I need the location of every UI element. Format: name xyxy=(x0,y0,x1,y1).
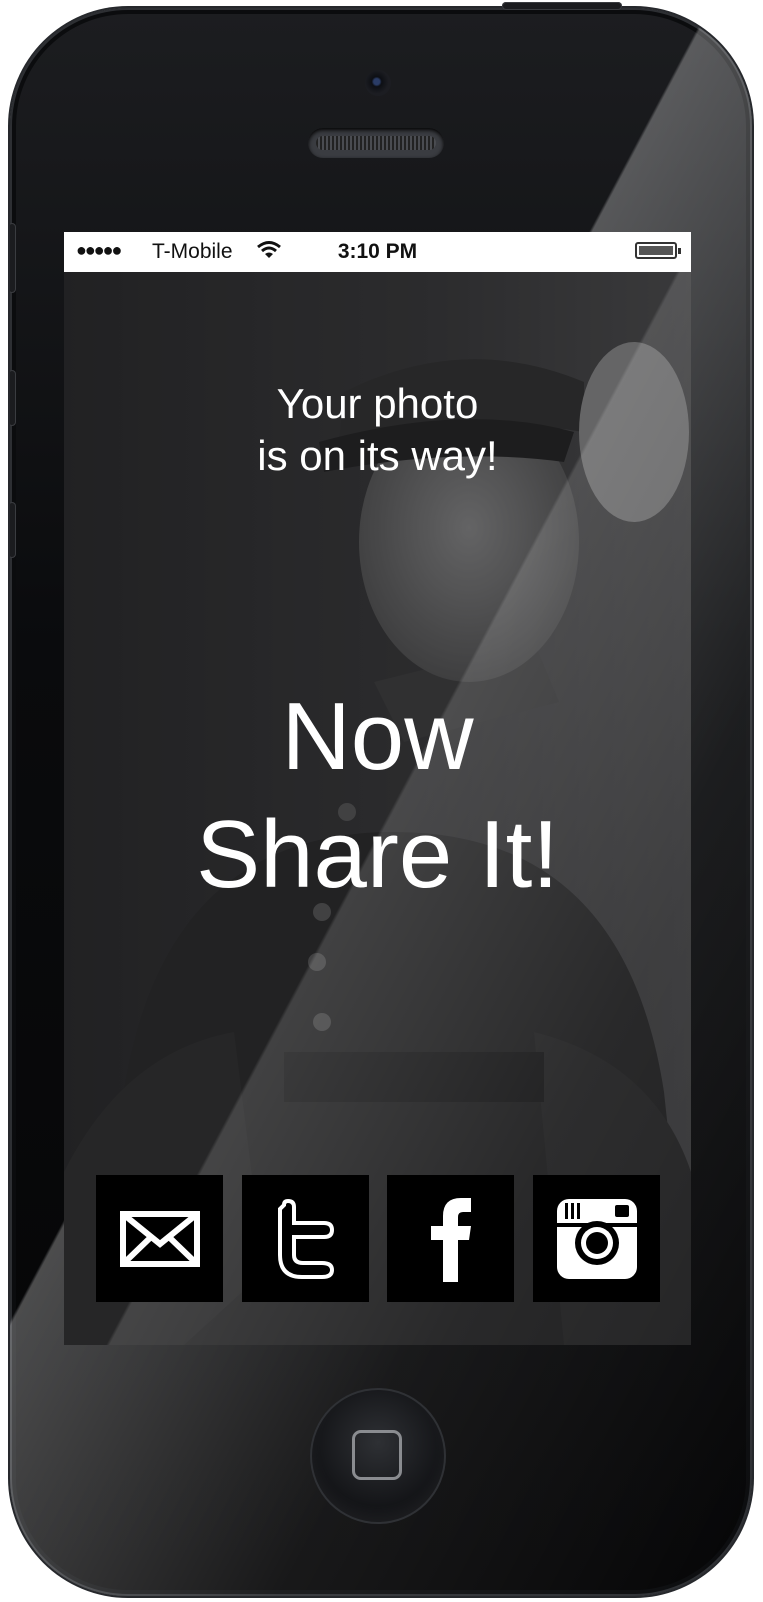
title-line-1: Now xyxy=(281,683,474,790)
instagram-icon xyxy=(556,1198,637,1279)
twitter-icon xyxy=(277,1198,334,1279)
home-square-icon xyxy=(352,1430,402,1480)
subtitle-line-1: Your photo xyxy=(276,380,479,427)
share-facebook-button[interactable] xyxy=(387,1175,514,1302)
share-buttons-row xyxy=(96,1175,660,1303)
email-icon xyxy=(119,1210,200,1267)
share-instagram-button[interactable] xyxy=(533,1175,660,1302)
earpiece-speaker xyxy=(308,128,444,158)
subtitle-line-2: is on its way! xyxy=(257,432,498,479)
photo-status-message: Your photo is on its way! xyxy=(64,378,691,482)
share-twitter-button[interactable] xyxy=(242,1175,369,1302)
sleep-button xyxy=(502,2,622,10)
battery-icon xyxy=(635,242,681,259)
volume-up-button xyxy=(10,370,16,426)
title-line-2: Share It! xyxy=(196,801,559,908)
facebook-icon xyxy=(430,1197,471,1282)
share-email-button[interactable] xyxy=(96,1175,223,1302)
mute-switch xyxy=(10,223,16,293)
status-bar: ●●●●● T-Mobile 3:10 PM xyxy=(64,232,691,272)
status-time: 3:10 PM xyxy=(337,240,418,263)
volume-down-button xyxy=(10,502,16,558)
app-screen: ●●●●● T-Mobile 3:10 PM Your photo is on … xyxy=(64,232,691,1345)
home-button[interactable] xyxy=(310,1388,446,1524)
share-headline: Now Share It! xyxy=(64,678,691,914)
front-camera xyxy=(365,70,391,96)
